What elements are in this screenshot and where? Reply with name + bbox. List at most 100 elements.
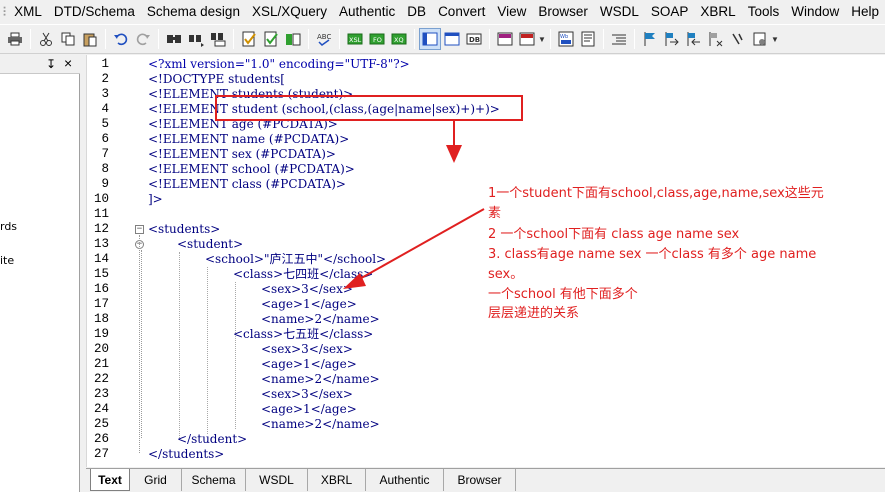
text-view-icon[interactable] (419, 28, 441, 50)
tab-xbrl[interactable]: XBRL (308, 469, 366, 491)
svg-text:Wb: Wb (560, 34, 568, 40)
menu-soap[interactable]: SOAP (645, 0, 695, 24)
tab-browser[interactable]: Browser (444, 469, 516, 491)
validate-icon[interactable] (260, 28, 282, 50)
menu-convert[interactable]: Convert (432, 0, 491, 24)
line-number: 27 (93, 447, 109, 461)
code-line: <!ELEMENT name (#PCDATA)> (148, 132, 350, 146)
line-number: 15 (93, 267, 109, 281)
menu-xml[interactable]: XML (8, 0, 48, 24)
line-number: 13 (93, 237, 109, 251)
line-number: 14 (93, 252, 109, 266)
xq-transform-icon[interactable]: XQ (388, 28, 410, 50)
code-line: <students> (148, 222, 221, 236)
toolbar-separator (550, 29, 551, 49)
code-line: <!ELEMENT sex (#PCDATA)> (148, 147, 336, 161)
line-number: 8 (101, 162, 109, 176)
copy-icon[interactable] (57, 28, 79, 50)
code-line: <name>2</name> (261, 417, 380, 431)
spellcheck-icon[interactable]: ABC (313, 28, 335, 50)
find-next-icon[interactable] (185, 28, 207, 50)
bookmark-prev-icon[interactable] (683, 28, 705, 50)
wsdl-icon[interactable]: Wb (555, 28, 577, 50)
tab-text[interactable]: Text (90, 469, 130, 491)
bookmark-clear-icon[interactable] (705, 28, 727, 50)
fold-line (139, 235, 140, 453)
code-line: <sex>3</sex> (261, 282, 353, 296)
tab-authentic[interactable]: Authentic (366, 469, 444, 491)
undo-icon[interactable] (110, 28, 132, 50)
paste-icon[interactable] (79, 28, 101, 50)
code-line: <name>2</name> (261, 372, 380, 386)
code-line: ]> (148, 192, 163, 206)
toolbar-separator (30, 29, 31, 49)
dtd-icon[interactable] (494, 28, 516, 50)
tab-schema[interactable]: Schema (182, 469, 246, 491)
cut-icon[interactable] (35, 28, 57, 50)
fold-collapse-icon[interactable]: − (135, 225, 144, 234)
line-number: 1 (101, 57, 109, 71)
menu-window[interactable]: Window (785, 0, 845, 24)
settings-icon[interactable] (749, 28, 771, 50)
code-line: <student> (177, 237, 244, 251)
pin-icon[interactable]: ↧ (46, 57, 56, 71)
line-number: 3 (101, 87, 109, 101)
annotation-line: 层层递进的关系 (488, 306, 580, 321)
svg-text:DB: DB (469, 36, 480, 44)
print-icon[interactable] (4, 28, 26, 50)
check-well-formed-icon[interactable] (238, 28, 260, 50)
menu-browser[interactable]: Browser (532, 0, 594, 24)
annotation-line: 2 一个school下面有 class age name sex (488, 227, 740, 242)
line-number: 9 (101, 177, 109, 191)
tab-grid[interactable]: Grid (130, 469, 182, 491)
toolbar-separator (634, 29, 635, 49)
xsl-transform-icon[interactable]: XSL (344, 28, 366, 50)
menu-authentic[interactable]: Authentic (333, 0, 401, 24)
comment-icon[interactable] (727, 28, 749, 50)
grid-view-icon[interactable] (441, 28, 463, 50)
view-tab-bar: Text Grid Schema WSDL XBRL Authentic Bro… (86, 468, 885, 492)
toolbar: ABC XSL FO XQ DB ▼ Wb ▼ (0, 24, 885, 54)
indent-icon[interactable] (608, 28, 630, 50)
redo-icon[interactable] (132, 28, 154, 50)
menu-tools[interactable]: Tools (742, 0, 786, 24)
menu-help[interactable]: Help (845, 0, 885, 24)
line-number: 21 (93, 357, 109, 371)
validate-green-icon[interactable] (282, 28, 304, 50)
code-line: <class>七四班</class> (233, 267, 374, 281)
menu-view[interactable]: View (491, 0, 532, 24)
db-view-icon[interactable]: DB (463, 28, 485, 50)
menu-wsdl[interactable]: WSDL (594, 0, 645, 24)
tab-wsdl[interactable]: WSDL (246, 469, 308, 491)
line-number: 16 (93, 282, 109, 296)
annotation-line: sex。 (488, 267, 524, 282)
close-icon[interactable]: × (64, 55, 72, 71)
indent-guide (207, 267, 208, 434)
schema-icon[interactable] (516, 28, 538, 50)
line-number: 7 (101, 147, 109, 161)
menu-xbrl[interactable]: XBRL (694, 0, 741, 24)
authentic-icon[interactable] (577, 28, 599, 50)
line-number: 10 (93, 192, 109, 206)
pane-text-fragment: ite (0, 254, 15, 267)
menu-dtd-schema[interactable]: DTD/Schema (48, 0, 141, 24)
bookmark-icon[interactable] (639, 28, 661, 50)
toolbar-dropdown-icon[interactable]: ▼ (771, 35, 779, 44)
find-icon[interactable] (163, 28, 185, 50)
code-line: <school>"庐江五中"</school> (205, 252, 387, 266)
annotation-line: 1一个student下面有school,class,age,name,sex这些… (488, 186, 824, 201)
menu-db[interactable]: DB (401, 0, 432, 24)
toolbar-separator (489, 29, 490, 49)
menu-xsl-xquery[interactable]: XSL/XQuery (246, 0, 333, 24)
indent-guide (179, 252, 180, 440)
indent-guide (235, 282, 236, 429)
menu-schema-design[interactable]: Schema design (141, 0, 246, 24)
line-number: 11 (93, 207, 109, 221)
toolbar-dropdown-icon[interactable]: ▼ (538, 35, 546, 44)
line-number: 12 (93, 222, 109, 236)
bookmark-next-icon[interactable] (661, 28, 683, 50)
replace-icon[interactable] (207, 28, 229, 50)
svg-text:ABC: ABC (317, 33, 331, 41)
code-line: <!ELEMENT school (#PCDATA)> (148, 162, 355, 176)
fo-transform-icon[interactable]: FO (366, 28, 388, 50)
